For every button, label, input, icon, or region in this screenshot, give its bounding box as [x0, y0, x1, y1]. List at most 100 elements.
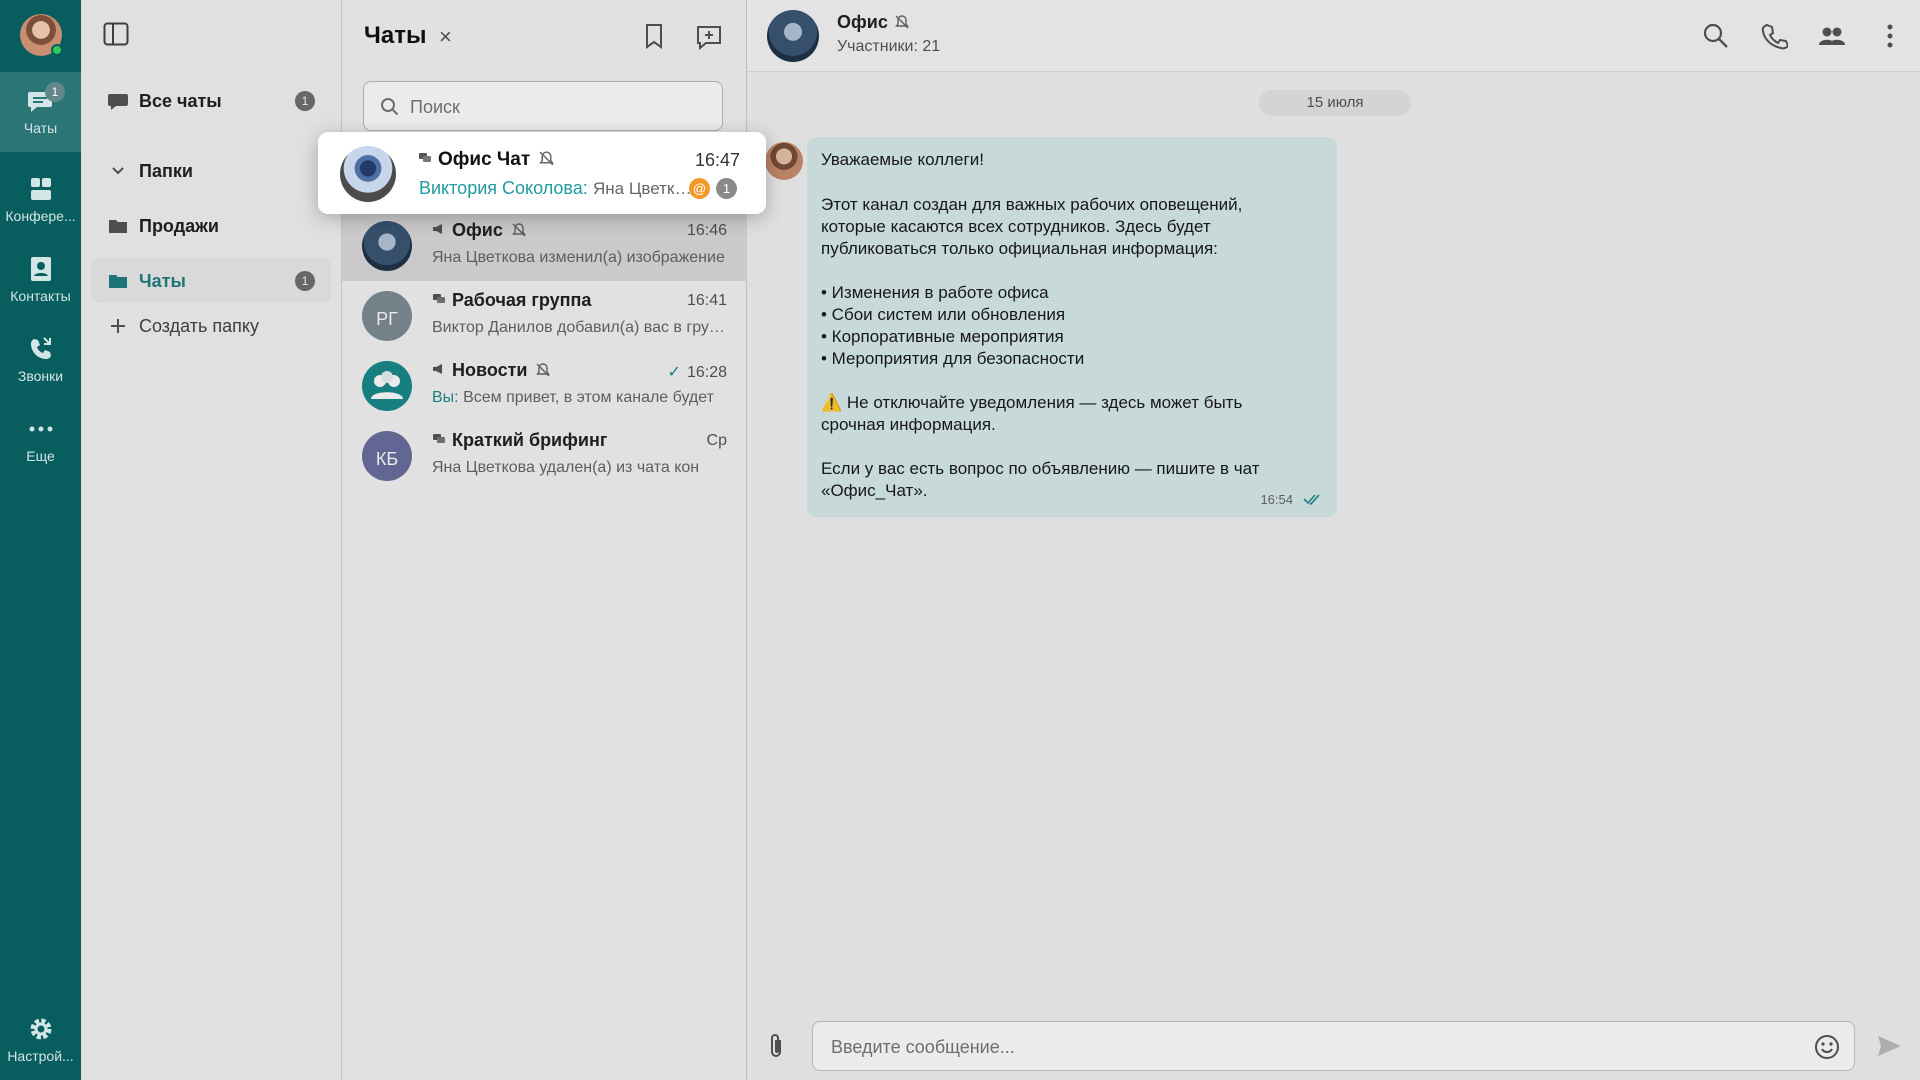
chat-avatar: [362, 221, 412, 271]
rail-label: Контакты: [10, 288, 71, 304]
highlighted-chat-card[interactable]: Офис Чат 16:47 Виктория Соколова: Яна Цв…: [318, 132, 766, 214]
group-chat-icon: [433, 434, 445, 443]
chat-avatar: КБ: [362, 431, 412, 481]
message-line: • Изменения в работе офиса: [821, 283, 1049, 302]
message-line: Этот канал создан для важных рабочих опо…: [821, 195, 1243, 214]
rail-label: Звонки: [17, 368, 64, 384]
rail-item-conferences[interactable]: Конфере...: [0, 160, 81, 240]
group-chat-icon: [433, 294, 445, 303]
folder-chats[interactable]: Чаты 1: [91, 258, 331, 303]
search-box[interactable]: [363, 81, 723, 131]
search-icon[interactable]: [1702, 22, 1730, 50]
chat-time: Ср: [706, 432, 727, 449]
sender-avatar[interactable]: [765, 142, 803, 180]
chat-preview: Яна Цветкова: [593, 179, 693, 198]
online-indicator: [51, 44, 63, 56]
folders-panel: Все чаты 1 Папки Продажи Чаты 1 Создать …: [81, 0, 342, 1080]
message-time: 16:54: [1260, 492, 1293, 507]
calls-icon: [30, 337, 51, 359]
chat-title: Офис Чат: [438, 149, 531, 170]
paperclip-icon[interactable]: [765, 1032, 787, 1060]
send-icon[interactable]: [1875, 1032, 1903, 1060]
message-input-box[interactable]: [812, 1021, 1855, 1071]
unread-badge: 1: [295, 91, 315, 111]
sidebar-toggle-icon[interactable]: [103, 22, 129, 46]
channel-icon: [433, 364, 442, 374]
close-folder-button[interactable]: ×: [439, 24, 452, 50]
gear-icon: [30, 1018, 51, 1040]
search-input[interactable]: [410, 92, 710, 122]
rail-item-contacts[interactable]: Контакты: [0, 240, 81, 320]
message-bubble[interactable]: Уважаемые коллеги! Этот канал создан для…: [807, 137, 1337, 517]
folder-icon: [109, 275, 127, 288]
conversation-title: Офис: [837, 12, 888, 32]
rail-item-chats[interactable]: Чаты: [0, 72, 81, 152]
chats-unread-badge: 1: [45, 82, 65, 102]
chat-avatar: [340, 146, 396, 202]
rail-label: Еще: [26, 448, 55, 464]
rail-label: Настрой...: [7, 1048, 74, 1064]
chat-row-office[interactable]: Офис 16:46 Яна Цветкова изменил(а) изобр…: [342, 211, 747, 281]
muted-bell-icon: [536, 363, 551, 377]
folders-group-toggle[interactable]: Папки: [91, 148, 331, 193]
participants-count: Участники: 21: [837, 38, 941, 55]
mention-badge: @: [689, 178, 710, 199]
more-icon: [29, 426, 52, 432]
message-line: «Офис_Чат».: [821, 481, 928, 500]
participants-icon[interactable]: [1818, 22, 1846, 50]
channel-icon: [433, 224, 442, 234]
chevron-down-icon: [112, 167, 124, 175]
message-line: • Мероприятия для безопасности: [821, 349, 1085, 368]
conversation-avatar[interactable]: [767, 10, 819, 62]
rail-item-more[interactable]: Еще: [0, 400, 81, 480]
new-chat-icon[interactable]: [694, 22, 724, 52]
chat-time: 16:47: [694, 150, 740, 170]
chat-bubble-icon: [108, 94, 128, 110]
chat-preview: Виктор Данилов добавил(а) вас в группу: [432, 319, 727, 336]
muted-bell-icon: [894, 15, 909, 29]
muted-bell-icon: [511, 223, 526, 237]
chat-preview: Яна Цветкова изменил(а) изображение: [432, 249, 725, 266]
emoji-icon[interactable]: [1814, 1034, 1840, 1060]
rail-item-settings[interactable]: Настрой...: [0, 1000, 81, 1080]
sender-name: Виктория Соколова:: [419, 178, 588, 198]
chat-title: Офис: [452, 220, 503, 240]
search-icon: [381, 98, 399, 116]
chat-row-news[interactable]: Новости ✓ 16:28 Вы: Всем привет, в этом к…: [342, 351, 747, 421]
user-avatar[interactable]: [20, 14, 63, 56]
message-line: ⚠️ Не отключайте уведомления — здесь мож…: [821, 393, 1243, 412]
bookmark-icon[interactable]: [642, 22, 666, 50]
message-line: Если у вас есть вопрос по объявлению — п…: [821, 459, 1260, 478]
chat-title: Краткий брифинг: [452, 430, 608, 450]
chat-row-workgroup[interactable]: РГ Рабочая группа 16:41 Виктор Данилов д…: [342, 281, 747, 351]
group-chat-icon: [419, 153, 431, 162]
group-icon: [371, 371, 403, 399]
muted-bell-icon: [539, 151, 554, 166]
chat-row-briefing[interactable]: КБ Краткий брифинг Ср Яна Цветкова удале…: [342, 421, 747, 491]
double-check-icon: [1303, 494, 1320, 505]
chat-avatar: [362, 361, 412, 411]
phone-icon[interactable]: [1760, 22, 1788, 50]
create-folder-button[interactable]: Создать папку: [91, 303, 331, 348]
chat-preview: Яна Цветкова удален(а) из чата кон: [432, 459, 700, 476]
contacts-icon: [30, 257, 51, 281]
message-input[interactable]: [831, 1032, 1791, 1062]
conversation-header: Офис Участники: 21: [747, 0, 1920, 72]
message-line: срочная информация.: [821, 415, 996, 434]
conference-icon: [30, 178, 51, 200]
app-rail: Чаты 1 Конфере... Контакты Звонки Еще На…: [0, 0, 81, 1080]
chat-time: 16:46: [686, 222, 727, 239]
chat-title: Рабочая группа: [452, 290, 592, 310]
unread-badge: 1: [295, 271, 315, 291]
rail-item-calls[interactable]: Звонки: [0, 320, 81, 400]
composer: [747, 1010, 1920, 1080]
folder-all-chats[interactable]: Все чаты 1: [91, 78, 331, 123]
more-vertical-icon[interactable]: [1876, 22, 1904, 50]
message-line: • Корпоративные мероприятия: [821, 327, 1064, 346]
chat-time: 16:41: [686, 292, 727, 309]
message-line: которые касаются всех сотрудников. Здесь…: [821, 217, 1211, 236]
folder-sales[interactable]: Продажи: [91, 203, 331, 248]
chat-list-title: Чаты: [364, 22, 427, 49]
rail-label: Чаты: [23, 120, 58, 136]
plus-icon: [111, 319, 125, 333]
